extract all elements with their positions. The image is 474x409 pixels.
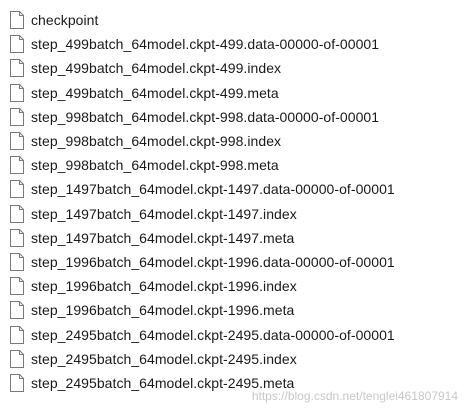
file-name: step_2495batch_64model.ckpt-2495.index (31, 350, 297, 367)
file-list-item[interactable]: step_499batch_64model.ckpt-499.index (0, 56, 474, 80)
file-icon (10, 59, 24, 78)
file-list-item[interactable]: step_2495batch_64model.ckpt-2495.index (0, 347, 474, 371)
file-name: step_2495batch_64model.ckpt-2495.data-00… (31, 326, 395, 343)
file-icon (10, 83, 24, 102)
file-name: step_1497batch_64model.ckpt-1497.meta (31, 229, 295, 246)
file-icon (10, 228, 24, 247)
file-icon (10, 277, 24, 296)
file-list-item[interactable]: step_2495batch_64model.ckpt-2495.data-00… (0, 323, 474, 347)
file-name: step_499batch_64model.ckpt-499.data-0000… (31, 36, 380, 53)
file-icon (10, 180, 24, 199)
file-list-item[interactable]: step_998batch_64model.ckpt-998.data-0000… (0, 105, 474, 129)
file-name: step_1497batch_64model.ckpt-1497.data-00… (31, 181, 395, 198)
file-icon (10, 156, 24, 175)
file-icon (10, 349, 24, 368)
file-name: checkpoint (31, 12, 99, 28)
file-icon (10, 301, 24, 320)
file-name: step_499batch_64model.ckpt-499.index (31, 60, 282, 77)
file-list-item[interactable]: step_998batch_64model.ckpt-998.meta (0, 153, 474, 177)
file-list-item[interactable]: step_499batch_64model.ckpt-499.data-0000… (0, 32, 474, 56)
file-list-item[interactable]: step_1996batch_64model.ckpt-1996.index (0, 274, 474, 298)
file-list-item[interactable]: step_1497batch_64model.ckpt-1497.data-00… (0, 177, 474, 201)
file-name: step_1996batch_64model.ckpt-1996.index (31, 278, 297, 295)
file-name: step_998batch_64model.ckpt-998.data-0000… (31, 108, 380, 125)
file-name: step_998batch_64model.ckpt-998.meta (31, 157, 279, 174)
file-icon (10, 374, 24, 392)
file-list-item[interactable]: step_1497batch_64model.ckpt-1497.meta (0, 226, 474, 250)
file-list-item[interactable]: step_1497batch_64model.ckpt-1497.index (0, 202, 474, 226)
file-icon (10, 253, 24, 271)
file-list-item[interactable]: checkpoint (0, 8, 474, 32)
file-icon (10, 107, 24, 126)
file-name: step_1497batch_64model.ckpt-1497.index (31, 205, 297, 222)
file-icon (10, 325, 24, 344)
file-name: step_998batch_64model.ckpt-998.index (31, 133, 282, 149)
file-icon (10, 35, 24, 54)
file-list-item[interactable]: step_499batch_64model.ckpt-499.meta (0, 81, 474, 105)
file-list-item[interactable]: step_1996batch_64model.ckpt-1996.meta (0, 298, 474, 322)
file-icon (10, 11, 24, 29)
file-icon (10, 132, 24, 150)
file-icon (10, 204, 24, 223)
file-list-item[interactable]: step_1996batch_64model.ckpt-1996.data-00… (0, 250, 474, 274)
file-list-item[interactable]: step_998batch_64model.ckpt-998.index (0, 129, 474, 153)
file-name: step_499batch_64model.ckpt-499.meta (31, 84, 279, 101)
watermark: https://blog.csdn.net/tenglei461807914 (251, 389, 458, 403)
file-list: checkpoint step_499batch_64model.ckpt-499… (0, 0, 474, 409)
file-name: step_1996batch_64model.ckpt-1996.meta (31, 302, 295, 319)
file-name: step_1996batch_64model.ckpt-1996.data-00… (31, 254, 395, 270)
